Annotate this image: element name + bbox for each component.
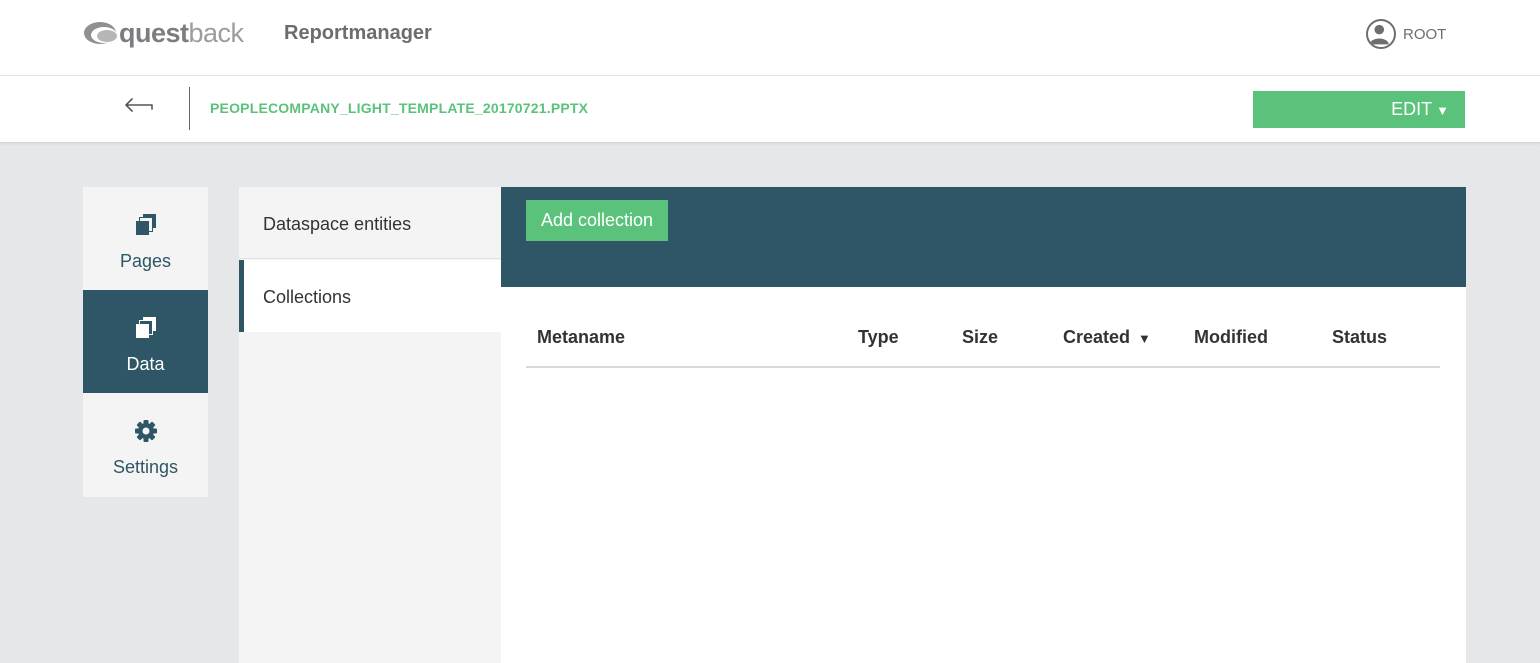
nav-item-pages[interactable]: Pages bbox=[83, 187, 208, 290]
questback-logo[interactable]: questback bbox=[83, 17, 244, 49]
top-bar: questback Reportmanager ROOT bbox=[0, 0, 1540, 76]
logo-text: questback bbox=[119, 17, 244, 48]
gear-icon bbox=[135, 420, 157, 442]
left-nav: Pages Data Settings bbox=[83, 187, 208, 497]
logo-swoosh-icon bbox=[84, 22, 117, 44]
panel-toolbar: Add collection bbox=[501, 187, 1466, 287]
app-name: Reportmanager bbox=[284, 22, 432, 44]
column-header-size[interactable]: Size bbox=[962, 327, 998, 348]
column-header-created-label: Created bbox=[1063, 327, 1131, 347]
nav-label-pages: Pages bbox=[119, 251, 172, 271]
sort-desc-icon: ▼ bbox=[1138, 331, 1151, 346]
file-bar: PEOPLECOMPANY_LIGHT_TEMPLATE_20170721.PP… bbox=[0, 76, 1540, 143]
edit-button[interactable]: EDIT ▼ bbox=[1253, 91, 1465, 128]
column-header-metaname[interactable]: Metaname bbox=[537, 327, 625, 348]
user-name: ROOT bbox=[1403, 25, 1447, 43]
user-avatar-icon bbox=[1366, 19, 1396, 49]
subnav-item-collections[interactable]: Collections bbox=[239, 260, 501, 332]
column-header-modified[interactable]: Modified bbox=[1194, 327, 1268, 348]
column-header-type[interactable]: Type bbox=[858, 327, 899, 348]
caret-down-icon: ▼ bbox=[1436, 103, 1449, 118]
nav-label-data: Data bbox=[126, 354, 165, 374]
file-name: PEOPLECOMPANY_LIGHT_TEMPLATE_20170721.PP… bbox=[210, 100, 589, 116]
nav-label-settings: Settings bbox=[112, 457, 179, 477]
pages-icon bbox=[136, 214, 156, 235]
edit-label: EDIT bbox=[1391, 99, 1433, 119]
back-arrow-icon[interactable] bbox=[122, 92, 156, 118]
subnav-item-dataspace-entities[interactable]: Dataspace entities bbox=[239, 187, 501, 259]
data-icon bbox=[136, 317, 156, 338]
add-collection-button[interactable]: Add collection bbox=[526, 200, 668, 241]
collections-panel: Add collection Metaname Type Size Create… bbox=[501, 187, 1466, 663]
column-header-status[interactable]: Status bbox=[1332, 327, 1387, 348]
nav-item-settings[interactable]: Settings bbox=[83, 393, 208, 496]
column-header-created[interactable]: Created ▼ bbox=[1063, 327, 1151, 348]
nav-item-data[interactable]: Data bbox=[83, 290, 208, 393]
user-menu[interactable]: ROOT bbox=[1366, 19, 1446, 49]
table-header: Metaname Type Size Created ▼ Modified Sta… bbox=[526, 307, 1440, 368]
divider bbox=[189, 87, 190, 130]
sub-nav: Dataspace entities Collections bbox=[239, 187, 501, 663]
